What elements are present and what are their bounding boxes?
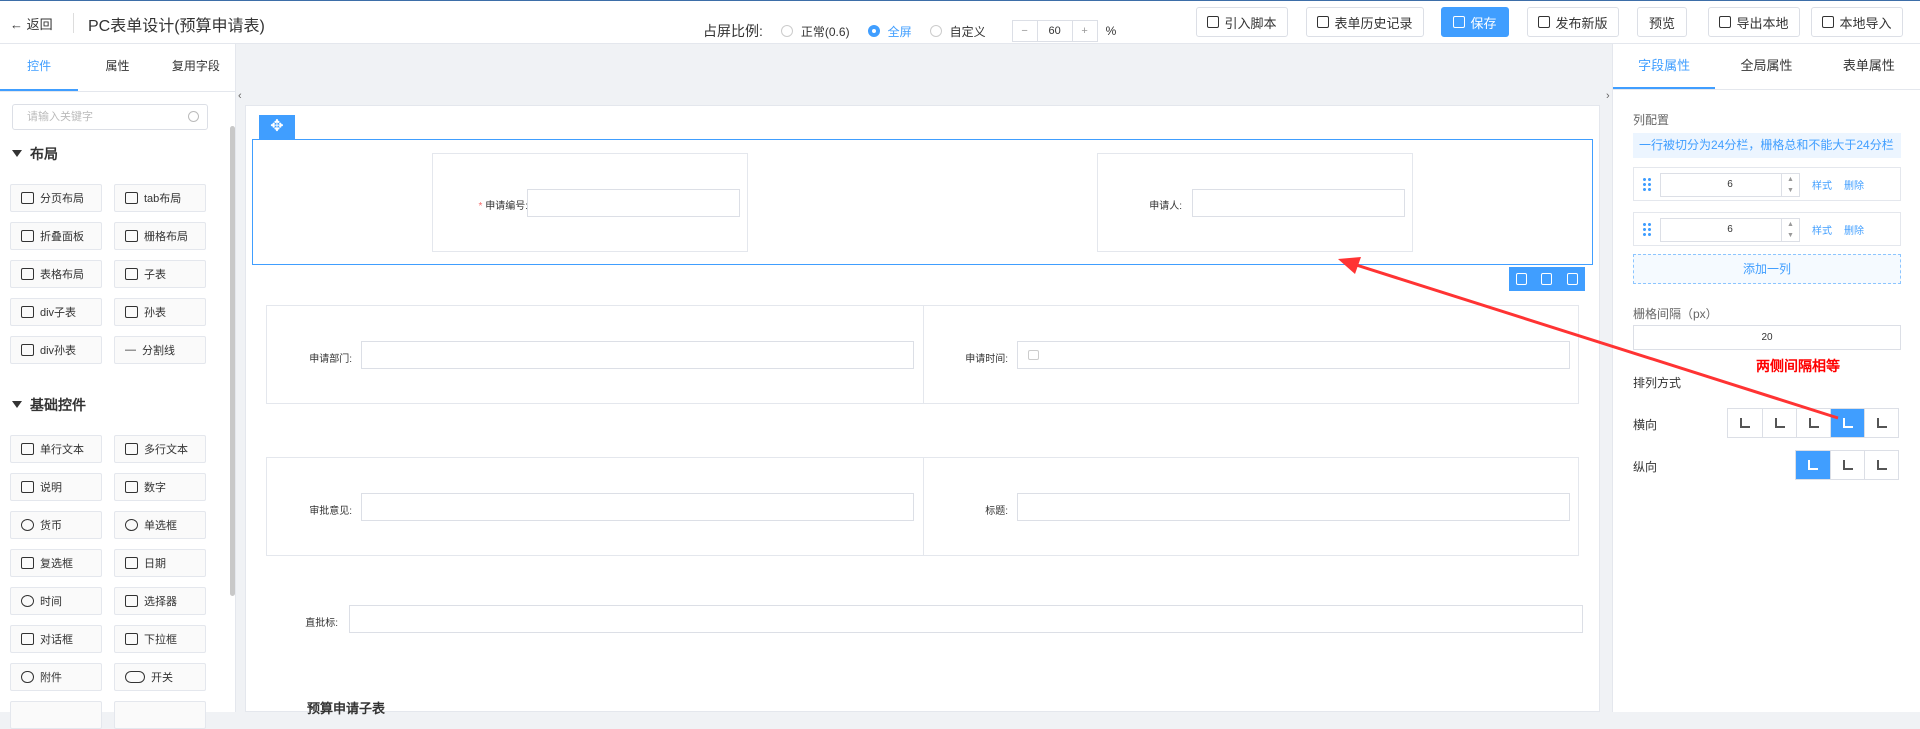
annotation-arrow	[1338, 257, 1839, 420]
